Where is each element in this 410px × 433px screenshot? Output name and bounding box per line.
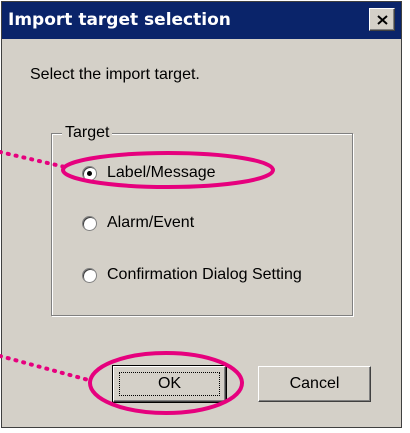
radio-label-confirmation-dialog-setting: Confirmation Dialog Setting [107,266,302,283]
title-bar: Import target selection [2,2,401,39]
instruction-text: Select the import target. [30,66,200,83]
radio-button[interactable] [82,215,97,231]
radio-label-label-message: Label/Message [107,164,216,181]
window-title: Import target selection [8,10,231,30]
close-icon [376,14,388,25]
radio-option-alarm-event[interactable]: Alarm/Event [82,214,194,232]
close-button[interactable] [369,8,395,31]
radio-button[interactable] [82,267,97,283]
screenshot-stage: Import target selection Select the impor… [0,0,410,433]
radio-label-alarm-event: Alarm/Event [107,214,195,231]
cancel-button-label: Cancel [289,375,340,392]
cancel-button[interactable]: Cancel [258,366,371,402]
target-groupbox: Target Label/Message Alarm/Event Confirm… [51,124,353,316]
radio-option-label-message[interactable]: Label/Message [82,164,216,182]
target-group-label: Target [62,124,113,142]
ok-button[interactable]: OK [112,365,227,403]
focus-rectangle [119,372,220,396]
radio-option-confirmation-dialog-setting[interactable]: Confirmation Dialog Setting [82,266,302,284]
radio-dot [87,170,92,176]
radio-button-checked[interactable] [82,165,97,181]
import-target-dialog: Import target selection Select the impor… [1,1,402,428]
